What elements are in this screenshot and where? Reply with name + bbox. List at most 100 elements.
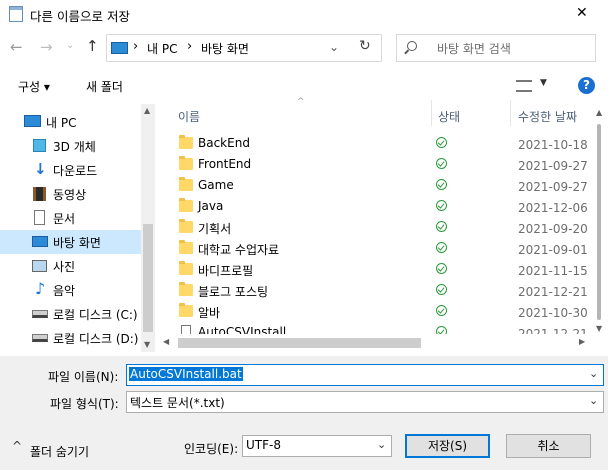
list-item[interactable]: Java 2021-12-06 오	[170, 196, 590, 217]
column-divider[interactable]	[510, 100, 511, 126]
filename-field[interactable]: AutoCSVInstall.bat ⌄	[126, 364, 604, 386]
nav-label: 동영상	[53, 188, 87, 202]
folder-icon	[179, 282, 193, 296]
list-item[interactable]: AutoCSVInstall 2021-12-21 오	[170, 322, 590, 334]
column-status[interactable]: 상태	[438, 108, 460, 125]
new-folder-button[interactable]: 새 폴더	[86, 78, 123, 95]
filename-value: AutoCSVInstall.bat	[129, 367, 243, 381]
nav-item-drive-c[interactable]: 로컬 디스크 (C:)	[0, 302, 142, 326]
list-item[interactable]: Game 2021-09-27 오	[170, 175, 590, 196]
file-date: 2021-10-18 오	[518, 138, 590, 152]
file-list-hscrollbar[interactable]: ◀ ▶	[160, 334, 591, 352]
file-date: 2021-11-15 오	[518, 264, 590, 278]
scroll-down-icon[interactable]: ▼	[144, 340, 150, 349]
file-list-vscrollbar[interactable]: ▲ ▼	[591, 104, 608, 352]
forward-arrow-icon[interactable]: →	[40, 38, 53, 56]
pc-icon	[111, 42, 128, 54]
nav-item-3d-objects[interactable]: 3D 개체	[0, 134, 142, 158]
scroll-left-icon[interactable]: ◀	[163, 337, 169, 346]
file-name: 대학교 수업자료	[198, 243, 280, 257]
search-box[interactable]: 바탕 화면 검색	[396, 34, 596, 62]
back-arrow-icon[interactable]: ←	[10, 38, 23, 56]
encoding-select[interactable]: UTF-8 ⌄	[242, 435, 392, 457]
address-root[interactable]: 내 PC	[147, 40, 177, 57]
nav-item-documents[interactable]: 문서	[0, 206, 142, 230]
scroll-right-icon[interactable]: ▶	[579, 337, 585, 346]
nav-item-this-pc[interactable]: 내 PC	[0, 110, 142, 134]
nav-item-downloads[interactable]: ↓ 다운로드	[0, 158, 142, 182]
list-item[interactable]: 블로그 포스팅 2021-12-21 오	[170, 280, 590, 301]
filetype-label: 파일 형식(T):	[50, 397, 119, 411]
folder-icon	[179, 177, 193, 191]
drive-icon	[32, 310, 48, 318]
view-dropdown-icon[interactable]: ▼	[540, 78, 547, 88]
filetype-dropdown-icon[interactable]: ⌄	[589, 394, 598, 407]
pc-icon	[24, 115, 41, 127]
address-dropdown-icon[interactable]: ⌄	[329, 40, 339, 54]
list-item[interactable]: 대학교 수업자료 2021-09-01 오	[170, 238, 590, 259]
filename-label: 파일 이름(N):	[48, 370, 119, 384]
folder-icon	[179, 303, 193, 317]
address-current[interactable]: 바탕 화면	[201, 40, 249, 57]
help-icon[interactable]: ?	[578, 77, 595, 94]
file-date: 2021-12-06 오	[518, 201, 590, 215]
list-item[interactable]: 바디프로필 2021-11-15 오	[170, 259, 590, 280]
sync-check-icon	[436, 179, 447, 190]
column-name[interactable]: 이름	[178, 108, 200, 125]
view-options-icon[interactable]	[516, 80, 532, 92]
hide-folders-chevron-icon[interactable]: ^	[12, 439, 22, 453]
file-date: 2021-12-21 오	[518, 327, 590, 334]
recent-dropdown-icon[interactable]: ⌄	[66, 40, 74, 51]
file-date: 2021-09-20 오	[518, 222, 590, 236]
column-modified[interactable]: 수정한 날짜	[518, 108, 590, 125]
nav-item-desktop[interactable]: 바탕 화면	[0, 230, 142, 254]
encoding-dropdown-icon[interactable]: ⌄	[377, 438, 386, 451]
scroll-down-icon[interactable]: ▼	[596, 324, 602, 333]
filename-dropdown-icon[interactable]: ⌄	[589, 367, 598, 380]
list-item[interactable]: 알바 2021-10-30 오	[170, 301, 590, 322]
folder-icon	[179, 240, 193, 254]
column-divider[interactable]	[431, 100, 432, 126]
nav-item-music[interactable]: ♪ 음악	[0, 278, 142, 302]
folder-icon	[179, 198, 193, 212]
download-icon: ↓	[34, 160, 47, 178]
address-bar[interactable]: › 내 PC › 바탕 화면 ⌄ ↻	[106, 34, 382, 62]
file-name: 기획서	[198, 222, 232, 236]
close-button[interactable]: ✕	[576, 5, 588, 21]
cancel-button[interactable]: 취소	[506, 434, 591, 458]
sync-check-icon	[436, 326, 447, 334]
sync-check-icon	[436, 221, 447, 232]
filetype-select[interactable]: 텍스트 문서(*.txt) ⌄	[126, 391, 604, 413]
up-arrow-icon[interactable]: ↑	[86, 37, 99, 55]
sync-check-icon	[436, 284, 447, 295]
drive-icon	[32, 334, 48, 342]
scroll-up-icon[interactable]: ▲	[144, 106, 150, 115]
save-button[interactable]: 저장(S)	[405, 434, 490, 458]
address-sep-icon: ›	[187, 39, 193, 54]
sync-check-icon	[436, 137, 447, 148]
scroll-thumb[interactable]	[597, 124, 601, 320]
picture-icon	[32, 260, 47, 272]
filetype-value: 텍스트 문서(*.txt)	[130, 396, 225, 410]
hide-folders-button[interactable]: 폴더 숨기기	[30, 443, 89, 460]
folder-icon	[179, 219, 193, 233]
organize-button[interactable]: 구성 ▾	[18, 78, 50, 95]
nav-item-drive-d[interactable]: 로컬 디스크 (D:)	[0, 326, 142, 350]
cube-icon	[33, 139, 46, 152]
file-name: 알바	[198, 306, 221, 320]
nav-item-videos[interactable]: 동영상	[0, 182, 142, 206]
list-item[interactable]: 기획서 2021-09-20 오	[170, 217, 590, 238]
scroll-thumb[interactable]	[143, 224, 153, 332]
list-item[interactable]: BackEnd 2021-10-18 오	[170, 133, 590, 154]
save-form: 파일 이름(N): AutoCSVInstall.bat ⌄ 파일 형식(T):…	[0, 356, 608, 470]
encoding-value: UTF-8	[246, 438, 281, 452]
scroll-up-icon[interactable]: ▲	[596, 108, 602, 117]
folder-icon	[179, 135, 193, 149]
nav-label: 다운로드	[53, 164, 98, 178]
list-item[interactable]: FrontEnd 2021-09-27 오	[170, 154, 590, 175]
nav-item-pictures[interactable]: 사진	[0, 254, 142, 278]
file-name: FrontEnd	[198, 157, 252, 171]
refresh-icon[interactable]: ↻	[359, 38, 371, 54]
scroll-thumb[interactable]	[178, 338, 421, 348]
nav-scrollbar[interactable]: ▲ ▼	[141, 104, 155, 352]
